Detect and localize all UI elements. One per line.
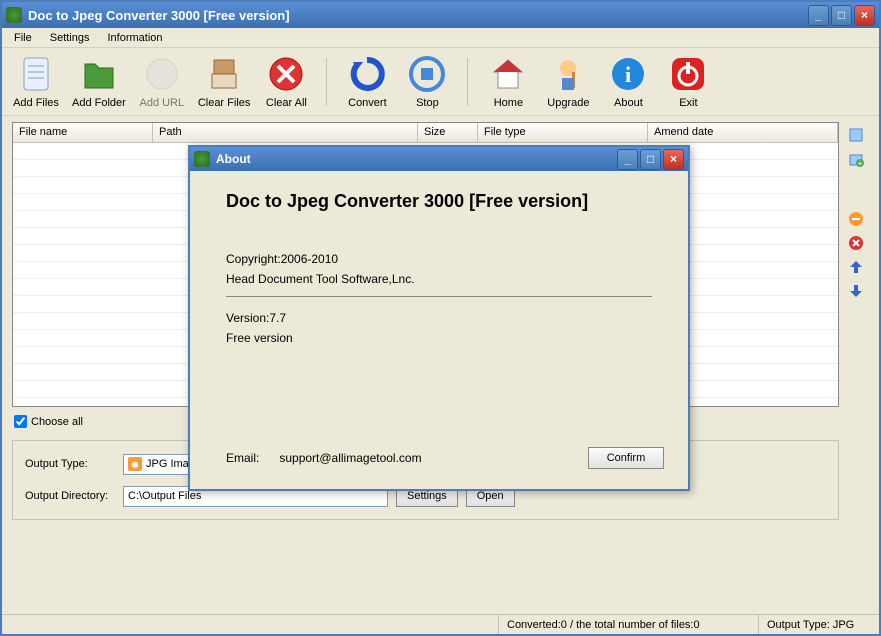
stop-icon: [407, 54, 447, 94]
output-dir-label: Output Directory:: [25, 490, 115, 502]
add-folder-button[interactable]: Add Folder: [72, 54, 126, 109]
menubar: File Settings Information: [2, 28, 879, 48]
clear-all-icon: [266, 54, 306, 94]
choose-all-label: Choose all: [31, 416, 83, 428]
about-titlebar: About _ □ ×: [190, 147, 688, 171]
toolbar-separator: [326, 58, 327, 106]
side-buttons: +: [847, 122, 869, 608]
maximize-button[interactable]: □: [831, 5, 852, 26]
side-remove-all-icon[interactable]: [847, 234, 865, 252]
output-type-label: Output Type:: [25, 458, 115, 470]
exit-button[interactable]: Exit: [664, 54, 712, 109]
side-remove-icon[interactable]: [847, 210, 865, 228]
menu-file[interactable]: File: [6, 30, 40, 46]
divider: [226, 296, 652, 297]
about-copyright: Copyright:2006-2010: [226, 252, 652, 266]
col-amend-date[interactable]: Amend date: [648, 123, 838, 142]
add-url-button: Add URL: [138, 54, 186, 109]
about-email-value: support@allimagetool.com: [279, 451, 421, 465]
side-move-up-icon[interactable]: [847, 258, 865, 276]
about-email-label: Email:: [226, 451, 259, 465]
choose-all-checkbox[interactable]: [14, 415, 27, 428]
minimize-button[interactable]: _: [808, 5, 829, 26]
convert-button[interactable]: Convert: [343, 54, 391, 109]
clear-files-icon: [204, 54, 244, 94]
svg-text:+: +: [858, 159, 863, 167]
upgrade-button[interactable]: Upgrade: [544, 54, 592, 109]
col-file-type[interactable]: File type: [478, 123, 648, 142]
about-close-button[interactable]: ×: [663, 149, 684, 170]
exit-icon: [668, 54, 708, 94]
window-title: Doc to Jpeg Converter 3000 [Free version…: [28, 8, 290, 23]
menu-information[interactable]: Information: [99, 30, 170, 46]
side-add-folder-icon[interactable]: +: [847, 150, 865, 168]
about-confirm-button[interactable]: Confirm: [588, 447, 664, 469]
status-converted: Converted:0 / the total number of files:…: [499, 615, 759, 634]
titlebar: Doc to Jpeg Converter 3000 [Free version…: [2, 2, 879, 28]
home-button[interactable]: Home: [484, 54, 532, 109]
stop-button[interactable]: Stop: [403, 54, 451, 109]
status-output-type: Output Type: JPG: [759, 615, 879, 634]
upgrade-icon: [548, 54, 588, 94]
add-files-icon: [16, 54, 56, 94]
about-title: About: [216, 152, 251, 166]
about-minimize-button[interactable]: _: [617, 149, 638, 170]
home-icon: [488, 54, 528, 94]
about-maximize-button[interactable]: □: [640, 149, 661, 170]
add-folder-icon: [79, 54, 119, 94]
convert-icon: [347, 54, 387, 94]
close-button[interactable]: ×: [854, 5, 875, 26]
app-icon: [6, 7, 22, 23]
side-add-file-icon[interactable]: [847, 126, 865, 144]
about-version: Version:7.7: [226, 311, 652, 325]
svg-text:i: i: [625, 62, 631, 87]
side-move-down-icon[interactable]: [847, 282, 865, 300]
col-size[interactable]: Size: [418, 123, 478, 142]
jpg-format-icon: ◉: [128, 457, 142, 471]
about-button[interactable]: i About: [604, 54, 652, 109]
add-files-button[interactable]: Add Files: [12, 54, 60, 109]
toolbar: Add Files Add Folder Add URL Clear Files…: [2, 48, 879, 116]
about-dialog: About _ □ × Doc to Jpeg Converter 3000 […: [188, 145, 690, 491]
col-file-name[interactable]: File name: [13, 123, 153, 142]
clear-all-button[interactable]: Clear All: [262, 54, 310, 109]
add-url-icon: [142, 54, 182, 94]
app-icon: [194, 151, 210, 167]
about-heading: Doc to Jpeg Converter 3000 [Free version…: [226, 191, 652, 212]
col-path[interactable]: Path: [153, 123, 418, 142]
toolbar-separator: [467, 58, 468, 106]
about-edition: Free version: [226, 331, 652, 345]
clear-files-button[interactable]: Clear Files: [198, 54, 251, 109]
menu-settings[interactable]: Settings: [42, 30, 98, 46]
about-company: Head Document Tool Software,Lnc.: [226, 272, 652, 286]
statusbar: Converted:0 / the total number of files:…: [2, 614, 879, 634]
about-icon: i: [608, 54, 648, 94]
